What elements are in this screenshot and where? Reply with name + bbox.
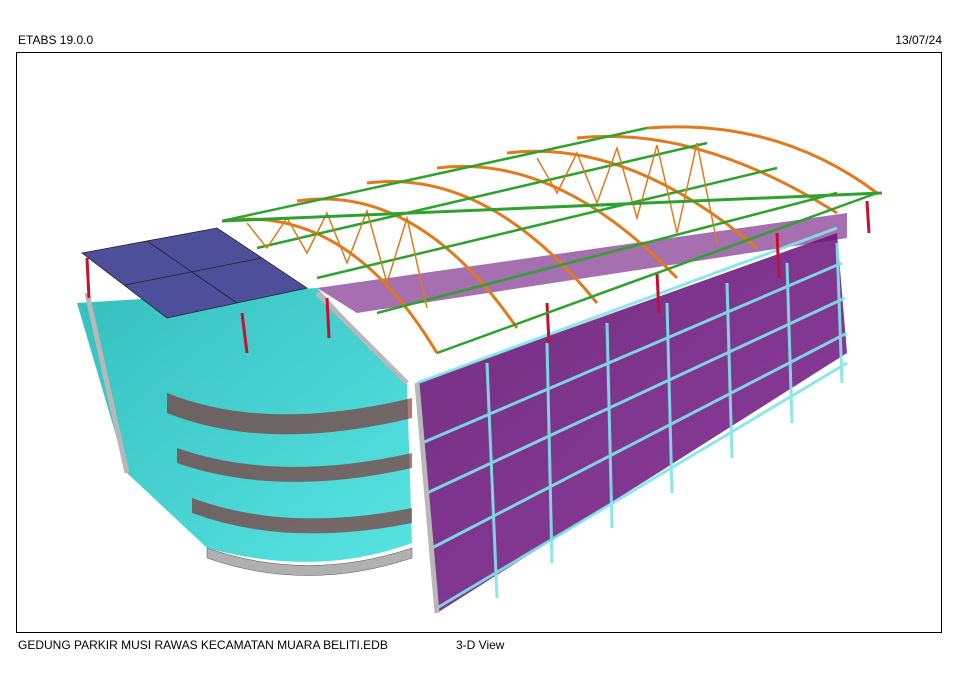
etabs-print-page: ETABS 19.0.0 13/07/24 GEDUNG PARKIR MUSI…: [0, 0, 960, 678]
model-viewport[interactable]: [16, 52, 942, 633]
view-name-label: 3-D View: [456, 638, 505, 652]
app-version-label: ETABS 19.0.0: [18, 33, 94, 47]
print-date-label: 13/07/24: [895, 33, 942, 47]
structure-3d-view: [77, 125, 883, 614]
model-file-label: GEDUNG PARKIR MUSI RAWAS KECAMATAN MUARA…: [18, 638, 388, 652]
